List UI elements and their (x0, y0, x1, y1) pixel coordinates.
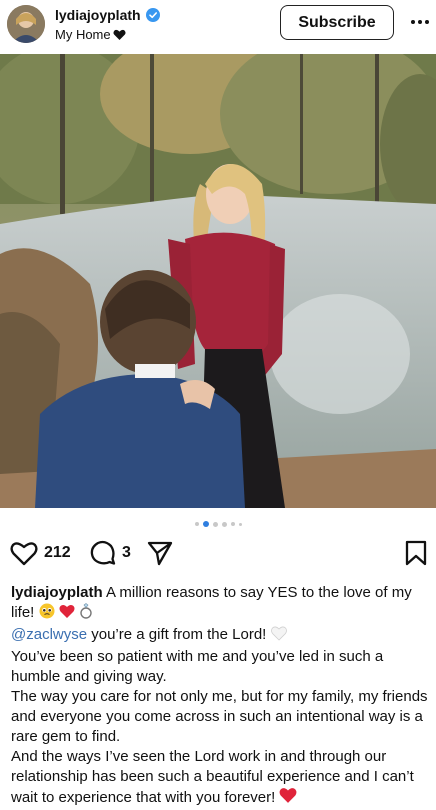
carousel-indicator (0, 521, 436, 527)
caption-paragraph-mention: @zaclwyse you’re a gift from the Lord! (11, 625, 429, 647)
mention-link[interactable]: @zaclwyse (11, 626, 87, 643)
white-heart-emoji-icon (270, 626, 287, 647)
carousel-dot (230, 522, 235, 526)
carousel-dot (221, 521, 227, 527)
caption-paragraph-1: lydiajoyplath A million reasons to say Y… (11, 583, 429, 625)
post-image[interactable] (0, 54, 436, 508)
post-header: lydiajoyplath My Home Subscribe (0, 0, 436, 54)
comment-action[interactable]: 3 (90, 540, 131, 566)
carousel-dot (212, 521, 218, 527)
post-caption: lydiajoyplath A million reasons to say Y… (11, 583, 429, 810)
red-heart-emoji-icon (59, 604, 75, 625)
share-action[interactable] (147, 540, 173, 566)
avatar[interactable] (7, 5, 45, 43)
carousel-dot-active (202, 521, 209, 527)
like-count[interactable]: 212 (44, 544, 71, 562)
pleading-face-emoji-icon (39, 603, 55, 625)
ring-emoji-icon (79, 603, 93, 625)
caption-username[interactable]: lydiajoyplath (11, 584, 103, 601)
location-label[interactable]: My Home (55, 27, 126, 42)
more-options-icon[interactable] (410, 12, 430, 32)
verified-badge-icon (145, 8, 160, 22)
heart-emoji-icon (113, 29, 126, 40)
location-text: My Home (55, 27, 111, 42)
like-action[interactable]: 212 (10, 540, 71, 566)
subscribe-button[interactable]: Subscribe (280, 5, 394, 40)
carousel-dot (238, 522, 242, 526)
carousel-dot (194, 522, 199, 526)
caption-paragraph-2: You’ve been so patient with me and you’v… (11, 648, 384, 685)
caption-paragraph-4-text: And the ways I’ve seen the Lord work in … (11, 748, 414, 806)
bookmark-icon[interactable] (405, 540, 427, 566)
comment-count[interactable]: 3 (122, 544, 131, 562)
share-icon[interactable] (147, 540, 173, 566)
caption-paragraph-3: The way you care for not only me, but fo… (11, 688, 428, 745)
heart-icon[interactable] (10, 540, 38, 566)
comment-icon[interactable] (90, 540, 116, 566)
username[interactable]: lydiajoyplath (55, 7, 141, 23)
caption-paragraph-4: And the ways I’ve seen the Lord work in … (11, 747, 429, 810)
caption-line-2: you’re a gift from the Lord! (87, 626, 271, 643)
username-row[interactable]: lydiajoyplath (55, 7, 160, 23)
save-action[interactable] (405, 540, 427, 566)
red-heart-emoji-icon (279, 787, 297, 810)
post-actions: 212 3 (0, 540, 436, 572)
